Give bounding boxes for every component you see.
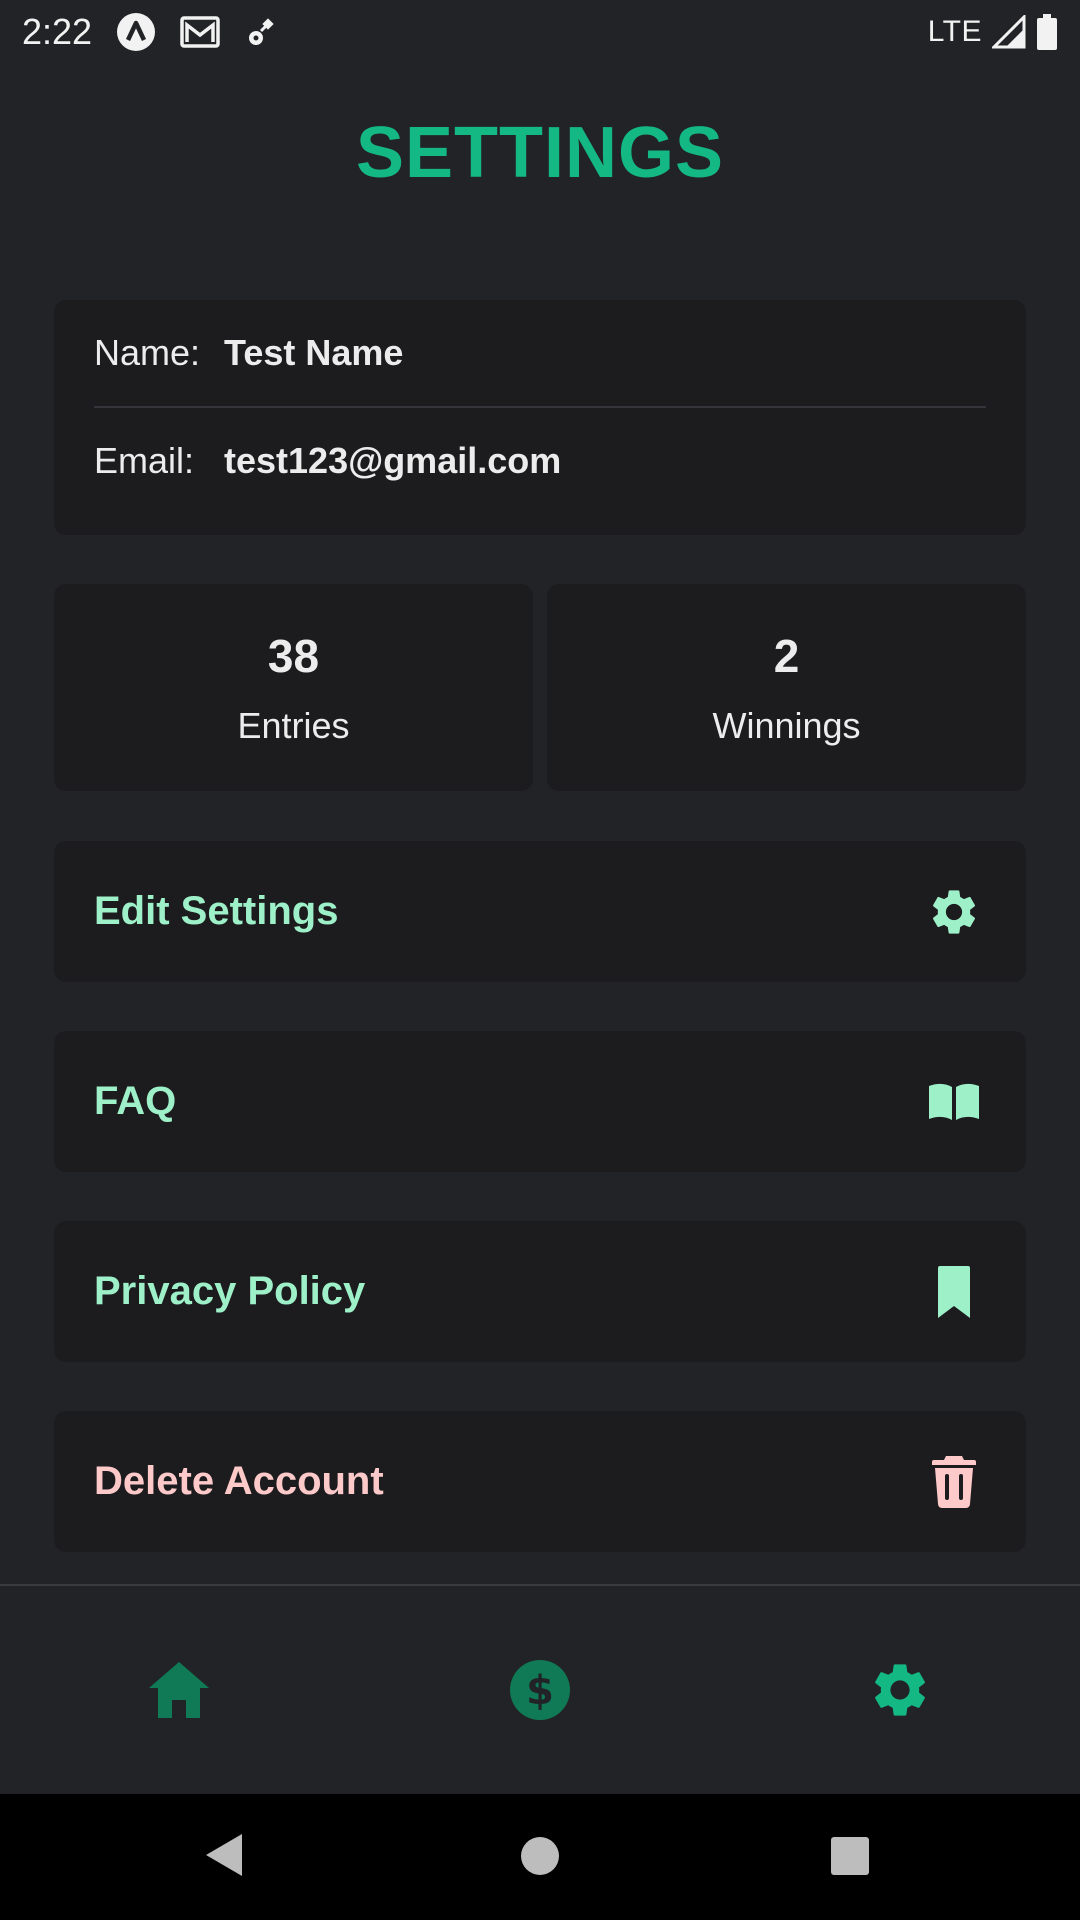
tab-settings[interactable]: [868, 1658, 932, 1722]
faq-button[interactable]: FAQ: [54, 1031, 1026, 1172]
svg-text:$: $: [526, 1668, 554, 1714]
delete-account-label: Delete Account: [94, 1459, 384, 1503]
tab-wallet[interactable]: $: [508, 1658, 572, 1722]
dollar-circle-icon: $: [510, 1660, 570, 1720]
winnings-count: 2: [773, 629, 800, 682]
home-icon: [149, 1662, 209, 1718]
status-left: 2:22: [22, 11, 280, 53]
satellite-icon: [244, 14, 280, 50]
name-row: Name: Test Name: [94, 300, 986, 406]
winnings-label: Winnings: [712, 704, 861, 746]
delete-account-button[interactable]: Delete Account: [54, 1411, 1026, 1552]
profile-card: Name: Test Name Email: test123@gmail.com: [54, 300, 1026, 535]
network-type: LTE: [927, 15, 982, 48]
trash-icon: [926, 1454, 982, 1510]
book-icon: [926, 1074, 982, 1130]
entries-label: Entries: [237, 704, 350, 746]
gmail-icon: [180, 15, 220, 49]
email-row: Email: test123@gmail.com: [94, 408, 986, 514]
faq-label: FAQ: [94, 1079, 177, 1123]
name-value: Test Name: [224, 332, 404, 373]
status-bar: 2:22 LTE: [0, 0, 1080, 64]
back-triangle-icon: [206, 1834, 242, 1876]
edit-settings-button[interactable]: Edit Settings: [54, 841, 1026, 982]
home-system-button[interactable]: [520, 1836, 560, 1881]
edit-settings-label: Edit Settings: [94, 889, 339, 933]
winnings-stat-card: 2 Winnings: [547, 584, 1026, 791]
status-time: 2:22: [22, 11, 93, 52]
tab-home[interactable]: [147, 1658, 211, 1722]
battery-icon: [1036, 14, 1058, 50]
recents-square-icon: [831, 1837, 869, 1875]
signal-icon: [992, 15, 1026, 49]
settings-screen: 2:22 LTE SETTINGS Name: Test Name Email:…: [0, 0, 1080, 1920]
page-title: SETTINGS: [355, 113, 725, 193]
privacy-policy-button[interactable]: Privacy Policy: [54, 1221, 1026, 1362]
email-label: Email:: [94, 440, 195, 481]
privacy-policy-label: Privacy Policy: [94, 1269, 366, 1313]
gear-icon: [875, 1664, 925, 1716]
bottom-tab-bar: $: [0, 1584, 1080, 1794]
entries-stat-card: 38 Entries: [54, 584, 533, 791]
recents-button[interactable]: [830, 1836, 870, 1881]
bookmark-icon: [926, 1264, 982, 1320]
app-notification-icon: [116, 12, 156, 52]
name-label: Name:: [94, 332, 201, 373]
entries-count: 38: [267, 629, 320, 682]
email-value: test123@gmail.com: [224, 440, 562, 481]
home-circle-icon: [521, 1837, 559, 1875]
status-right: LTE: [928, 14, 1058, 50]
system-navigation-bar: [0, 1794, 1080, 1920]
back-button[interactable]: [204, 1832, 244, 1883]
gear-icon: [926, 884, 982, 940]
